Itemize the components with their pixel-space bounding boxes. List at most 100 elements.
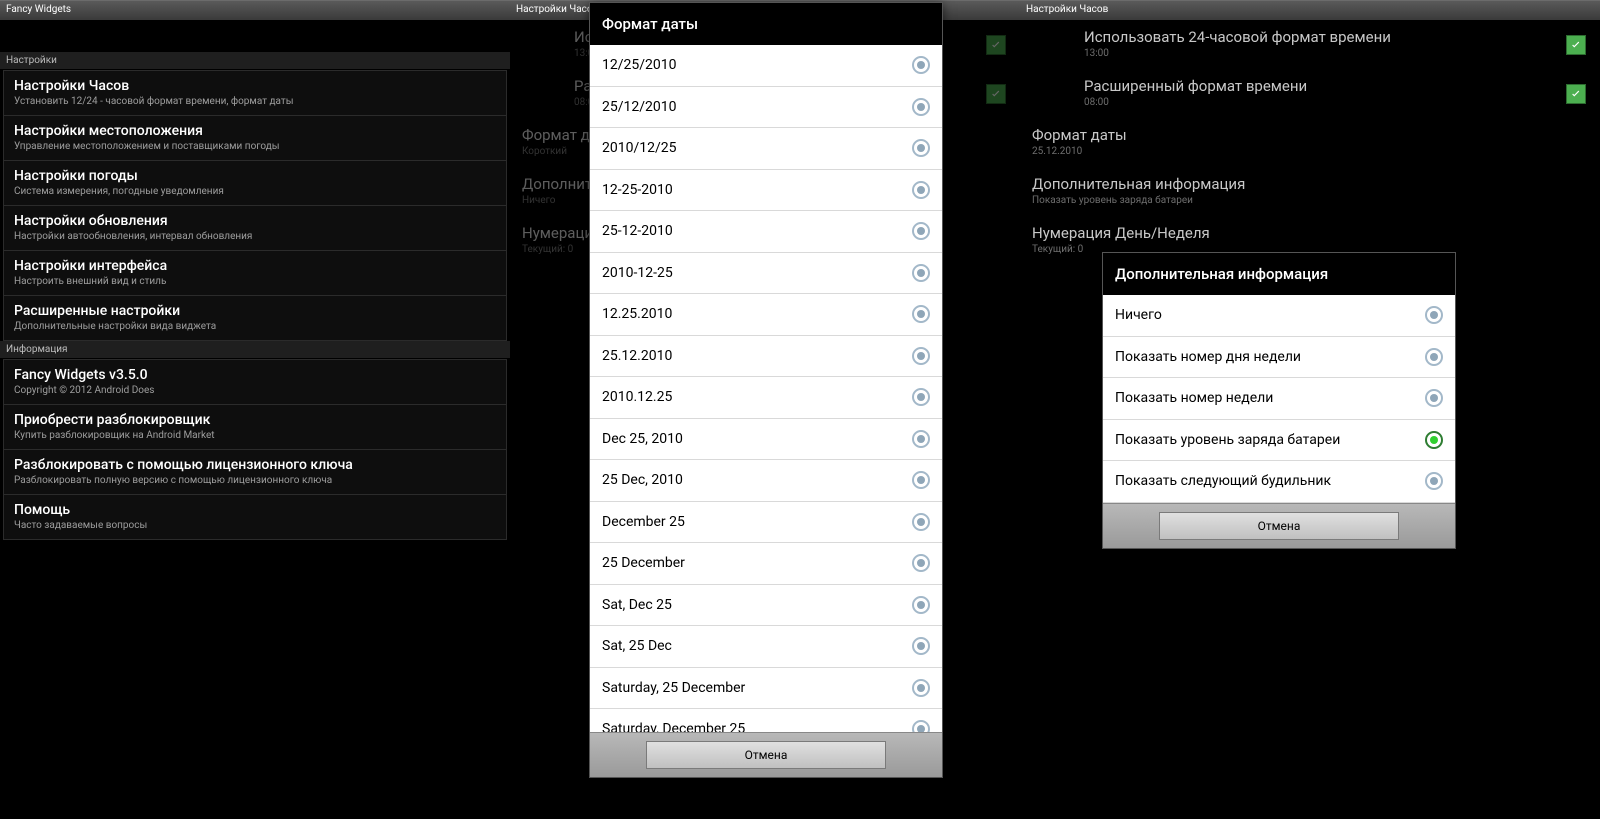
date-format-option[interactable]: Dec 25, 2010 [590,419,942,461]
additional-info-option[interactable]: Показать следующий будильник [1103,461,1455,503]
item-subtitle: Часто задаваемые вопросы [14,520,496,531]
checkbox-checked-icon[interactable] [1566,35,1586,55]
item-title: Нумерация День/Неделя [1032,224,1588,242]
radio-selected-icon [1425,431,1443,449]
settings-item-advanced[interactable]: Расширенные настройки Дополнительные нас… [4,296,506,340]
item-title: Fancy Widgets v3.5.0 [14,367,496,383]
settings-item-interface[interactable]: Настройки интерфейса Настроить внешний в… [4,251,506,296]
cancel-button[interactable]: Отмена [646,741,886,769]
option-label: Sat, Dec 25 [602,597,672,613]
app-title: Fancy Widgets [0,0,510,20]
bg-item-ext-time[interactable]: Расширенный формат времени 08:00 [1020,69,1600,118]
settings-item-purchase[interactable]: Приобрести разблокировщик Купить разблок… [4,405,506,450]
item-title: Помощь [14,502,496,518]
date-format-option[interactable]: 25.12.2010 [590,336,942,378]
radio-icon [1425,389,1443,407]
date-format-options: 12/25/2010 25/12/2010 2010/12/25 12-25-2010… [590,45,942,732]
radio-icon [1425,348,1443,366]
option-label: 25.12.2010 [602,348,672,364]
item-title: Формат даты [1032,126,1588,144]
item-subtitle: Управление местоположением и поставщикам… [14,141,496,152]
cancel-button[interactable]: Отмена [1159,512,1399,540]
date-format-option[interactable]: Sat, 25 Dec [590,626,942,668]
settings-item-unlock[interactable]: Разблокировать с помощью лицензионного к… [4,450,506,495]
option-label: December 25 [602,514,685,530]
settings-item-help[interactable]: Помощь Часто задаваемые вопросы [4,495,506,539]
radio-icon [912,720,930,732]
settings-item-weather[interactable]: Настройки погоды Система измерения, пого… [4,161,506,206]
date-format-option[interactable]: 2010.12.25 [590,377,942,419]
item-title: Приобрести разблокировщик [14,412,496,428]
date-format-option[interactable]: 25-12-2010 [590,211,942,253]
item-title: Разблокировать с помощью лицензионного к… [14,457,496,473]
radio-icon [912,471,930,489]
additional-info-option[interactable]: Показать номер недели [1103,378,1455,420]
section-header-settings: Настройки [0,52,510,70]
checkbox-checked-icon[interactable] [1566,84,1586,104]
radio-icon [1425,306,1443,324]
option-label: 2010-12-25 [602,265,673,281]
item-subtitle: Настроить внешний вид и стиль [14,276,496,287]
dialog-title: Формат даты [590,3,942,45]
radio-icon [912,181,930,199]
bg-item-date-format[interactable]: Формат даты 25.12.2010 [1020,118,1600,167]
date-format-option[interactable]: December 25 [590,502,942,544]
panel-main-settings: Fancy Widgets Настройки Настройки Часов … [0,0,510,819]
item-title: Настройки обновления [14,213,496,229]
radio-icon [912,637,930,655]
date-format-option[interactable]: Saturday, 25 December [590,668,942,710]
additional-info-option[interactable]: Показать уровень заряда батареи [1103,420,1455,462]
date-format-dialog: Формат даты 12/25/2010 25/12/2010 2010/12/… [589,2,943,778]
option-label: 25 December [602,555,685,571]
date-format-option[interactable]: 25/12/2010 [590,87,942,129]
additional-info-option[interactable]: Показать номер дня недели [1103,337,1455,379]
item-subtitle: Система измерения, погодные уведомления [14,186,496,197]
option-label: 25/12/2010 [602,99,677,115]
date-format-option[interactable]: 12/25/2010 [590,45,942,87]
item-subtitle: 25.12.2010 [1032,146,1588,157]
date-format-option[interactable]: 2010-12-25 [590,253,942,295]
item-title: Использовать 24-часовой формат времени [1084,28,1588,46]
option-label: 2010.12.25 [602,389,672,405]
item-subtitle: Купить разблокировщик на Android Market [14,430,496,441]
option-label: Saturday, 25 December [602,680,745,696]
item-title: Настройки погоды [14,168,496,184]
option-label: 12/25/2010 [602,57,677,73]
date-format-option[interactable]: 12-25-2010 [590,170,942,212]
item-title: Расширенные настройки [14,303,496,319]
settings-list-1: Настройки Часов Установить 12/24 - часов… [3,70,507,341]
settings-item-location[interactable]: Настройки местоположения Управление мест… [4,116,506,161]
date-format-option[interactable]: 12.25.2010 [590,294,942,336]
date-format-option[interactable]: 25 December [590,543,942,585]
option-label: Показать следующий будильник [1115,473,1331,489]
item-title: Настройки интерфейса [14,258,496,274]
settings-list-2: Fancy Widgets v3.5.0 Copyright © 2012 An… [3,359,507,540]
settings-item-update[interactable]: Настройки обновления Настройки автообнов… [4,206,506,251]
item-subtitle: Настройки автообновления, интервал обнов… [14,231,496,242]
radio-icon [912,596,930,614]
settings-item-version[interactable]: Fancy Widgets v3.5.0 Copyright © 2012 An… [4,360,506,405]
option-label: Показать уровень заряда батареи [1115,432,1340,448]
additional-info-options: НичегоПоказать номер дня недели Показать … [1103,295,1455,503]
date-format-option[interactable]: 25 Dec, 2010 [590,460,942,502]
option-label: Sat, 25 Dec [602,638,672,654]
option-label: 2010/12/25 [602,140,677,156]
item-title: Дополнительная информация [1032,175,1588,193]
clock-settings-list: Использовать 24-часовой формат времени 1… [1020,20,1600,265]
radio-icon [912,554,930,572]
additional-info-option[interactable]: Ничего [1103,295,1455,337]
option-label: 25-12-2010 [602,223,673,239]
radio-icon [912,56,930,74]
option-label: Показать номер недели [1115,390,1273,406]
option-label: Saturday, December 25 [602,721,745,732]
date-format-option[interactable]: 2010/12/25 [590,128,942,170]
bg-item-additional-info[interactable]: Дополнительная информация Показать урове… [1020,167,1600,216]
settings-item-clock[interactable]: Настройки Часов Установить 12/24 - часов… [4,71,506,116]
date-format-option[interactable]: Sat, Dec 25 [590,585,942,627]
bg-item-24h[interactable]: Использовать 24-часовой формат времени 1… [1020,20,1600,69]
date-format-option[interactable]: Saturday, December 25 [590,709,942,732]
dialog-buttonbar: Отмена [590,732,942,777]
radio-icon [912,222,930,240]
radio-icon [912,305,930,323]
radio-icon [912,139,930,157]
